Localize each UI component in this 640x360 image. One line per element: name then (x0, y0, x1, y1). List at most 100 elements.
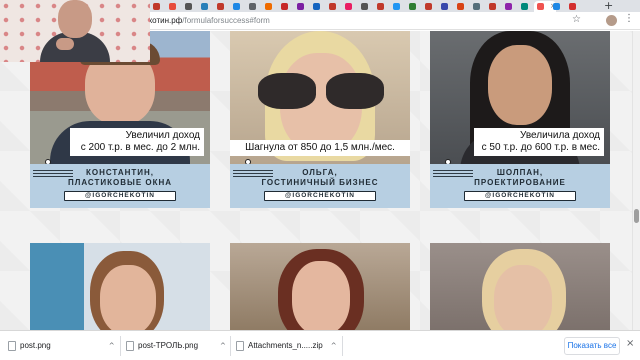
file-icon (126, 340, 134, 351)
browser-tab[interactable] (230, 1, 246, 12)
tab-favicon-icon (569, 3, 576, 10)
close-icon[interactable]: × (626, 338, 634, 349)
tab-favicon-icon (329, 3, 336, 10)
tab-favicon-icon (297, 3, 304, 10)
divider (230, 336, 231, 356)
quote-line-2: с 200 т.р. в мес. до 2 млн. (80, 142, 200, 153)
quote-line-1: Увеличила доход (520, 130, 600, 141)
tab-favicon-icon (169, 3, 176, 10)
page-scrollbar[interactable] (632, 31, 640, 330)
menu-icon[interactable]: ⋮ (624, 13, 634, 24)
download-item[interactable]: post-ТРОЛЬ.png ^ (126, 339, 226, 353)
quote-line-1: Шагнула от 850 до 1,5 млн./мес. (245, 142, 395, 153)
testimonial-caption: ОЛЬГА, ГОСТИНИЧНЫЙ БИЗНЕС @IGORCHEKOTIN (230, 164, 410, 208)
testimonial-caption: ШОЛПАН, ПРОЕКТИРОВАНИЕ @IGORCHEKOTIN (430, 164, 610, 208)
person-name-line-2: ПЛАСТИКОВЫЕ ОКНА (67, 178, 173, 187)
browser-tab[interactable] (150, 1, 166, 12)
browser-tab[interactable] (454, 1, 470, 12)
show-all-downloads-button[interactable]: Показать все (564, 337, 620, 355)
tab-favicon-icon (345, 3, 352, 10)
tab-favicon-icon (537, 3, 544, 10)
tab-favicon-icon (473, 3, 480, 10)
testimonial-quote: Увеличил доход с 200 т.р. в мес. до 2 мл… (70, 128, 204, 156)
testimonial-card: Шагнула от 850 до 1,5 млн./мес. ОЛЬГА, Г… (230, 31, 410, 208)
person-name-line-1: КОНСТАНТИН, (85, 168, 155, 177)
person-name-line-1: ОЛЬГА, (302, 168, 338, 177)
profile-avatar[interactable] (606, 15, 617, 26)
browser-tab[interactable] (326, 1, 342, 12)
divider (342, 336, 343, 356)
instagram-handle: @IGORCHEKOTIN (264, 191, 376, 201)
browser-tab[interactable] (182, 1, 198, 12)
browser-tab[interactable] (502, 1, 518, 12)
chevron-up-icon[interactable]: ^ (220, 342, 226, 350)
web-page: Увеличил доход с 200 т.р. в мес. до 2 мл… (0, 31, 632, 330)
downloads-bar: post.png ^ post-ТРОЛЬ.png ^ Attachments_n.… (0, 330, 640, 360)
tab-favicon-icon (457, 3, 464, 10)
chevron-up-icon[interactable]: ^ (109, 342, 115, 350)
tab-favicon-icon (361, 3, 368, 10)
tab-favicon-icon (505, 3, 512, 10)
browser-tab[interactable] (438, 1, 454, 12)
new-tab-button[interactable]: + (604, 0, 613, 12)
browser-tab[interactable] (262, 1, 278, 12)
download-item[interactable]: Attachments_n.....zip ^ (236, 339, 337, 353)
browser-tab[interactable] (166, 1, 182, 12)
testimonial-card: Увеличила доход с 50 т.р. до 600 т.р. в … (430, 31, 610, 208)
instagram-handle: @IGORCHEKOTIN (464, 191, 576, 201)
browser-tab[interactable] (294, 1, 310, 12)
quote-line-2: с 50 т.р. до 600 т.р. в мес. (481, 142, 600, 153)
browser-tab[interactable] (246, 1, 262, 12)
testimonial-card (430, 243, 610, 330)
browser-tab[interactable] (566, 1, 582, 12)
scrollbar-thumb[interactable] (634, 209, 639, 223)
testimonial-photo (430, 243, 610, 330)
instagram-handle: @IGORCHEKOTIN (64, 191, 176, 201)
webcam-overlay (0, 0, 150, 62)
testimonial-card (230, 243, 410, 330)
browser-tab[interactable] (374, 1, 390, 12)
tab-favicon-icon (441, 3, 448, 10)
person-name-line-2: ГОСТИНИЧНЫЙ БИЗНЕС (261, 178, 379, 187)
download-filename: post.png (20, 341, 51, 350)
browser-tab[interactable] (470, 1, 486, 12)
chevron-up-icon[interactable]: ^ (331, 342, 337, 350)
star-icon[interactable]: ☆ (572, 14, 581, 25)
testimonial-photo (230, 243, 410, 330)
browser-tab[interactable] (406, 1, 422, 12)
download-filename: post-ТРОЛЬ.png (138, 341, 199, 350)
browser-tab[interactable] (198, 1, 214, 12)
browser-tab[interactable] (518, 1, 534, 12)
tab-favicon-icon (425, 3, 432, 10)
tab-favicon-icon (233, 3, 240, 10)
url-path: /formulaforsuccess#form (182, 16, 270, 25)
testimonial-caption: КОНСТАНТИН, ПЛАСТИКОВЫЕ ОКНА @IGORCHEKOT… (30, 164, 210, 208)
tab-favicon-icon (313, 3, 320, 10)
tab-favicon-icon (393, 3, 400, 10)
tab-favicon-icon (377, 3, 384, 10)
tab-favicon-icon (249, 3, 256, 10)
testimonial-photo (30, 243, 210, 330)
download-item[interactable]: post.png ^ (8, 339, 115, 353)
browser-tab[interactable] (278, 1, 294, 12)
divider (120, 336, 121, 356)
tab-favicon-icon (201, 3, 208, 10)
tab-favicon-icon (521, 3, 528, 10)
file-icon (236, 340, 244, 351)
browser-tab[interactable] (310, 1, 326, 12)
quote-line-1: Увеличил доход (125, 130, 200, 141)
tab-favicon-icon (409, 3, 416, 10)
tab-favicon-icon (185, 3, 192, 10)
browser-tab[interactable] (550, 1, 566, 12)
browser-tab[interactable] (342, 1, 358, 12)
browser-tab[interactable] (422, 1, 438, 12)
browser-tab[interactable] (486, 1, 502, 12)
download-filename: Attachments_n.....zip (248, 341, 323, 350)
address-bar[interactable]: ехотин.рф/formulaforsuccess#form (144, 16, 270, 25)
browser-tab[interactable] (214, 1, 230, 12)
tab-favicon-icon (217, 3, 224, 10)
browser-tab[interactable] (358, 1, 374, 12)
tab-favicon-icon (281, 3, 288, 10)
browser-tab[interactable] (390, 1, 406, 12)
speaker-head (58, 0, 92, 38)
